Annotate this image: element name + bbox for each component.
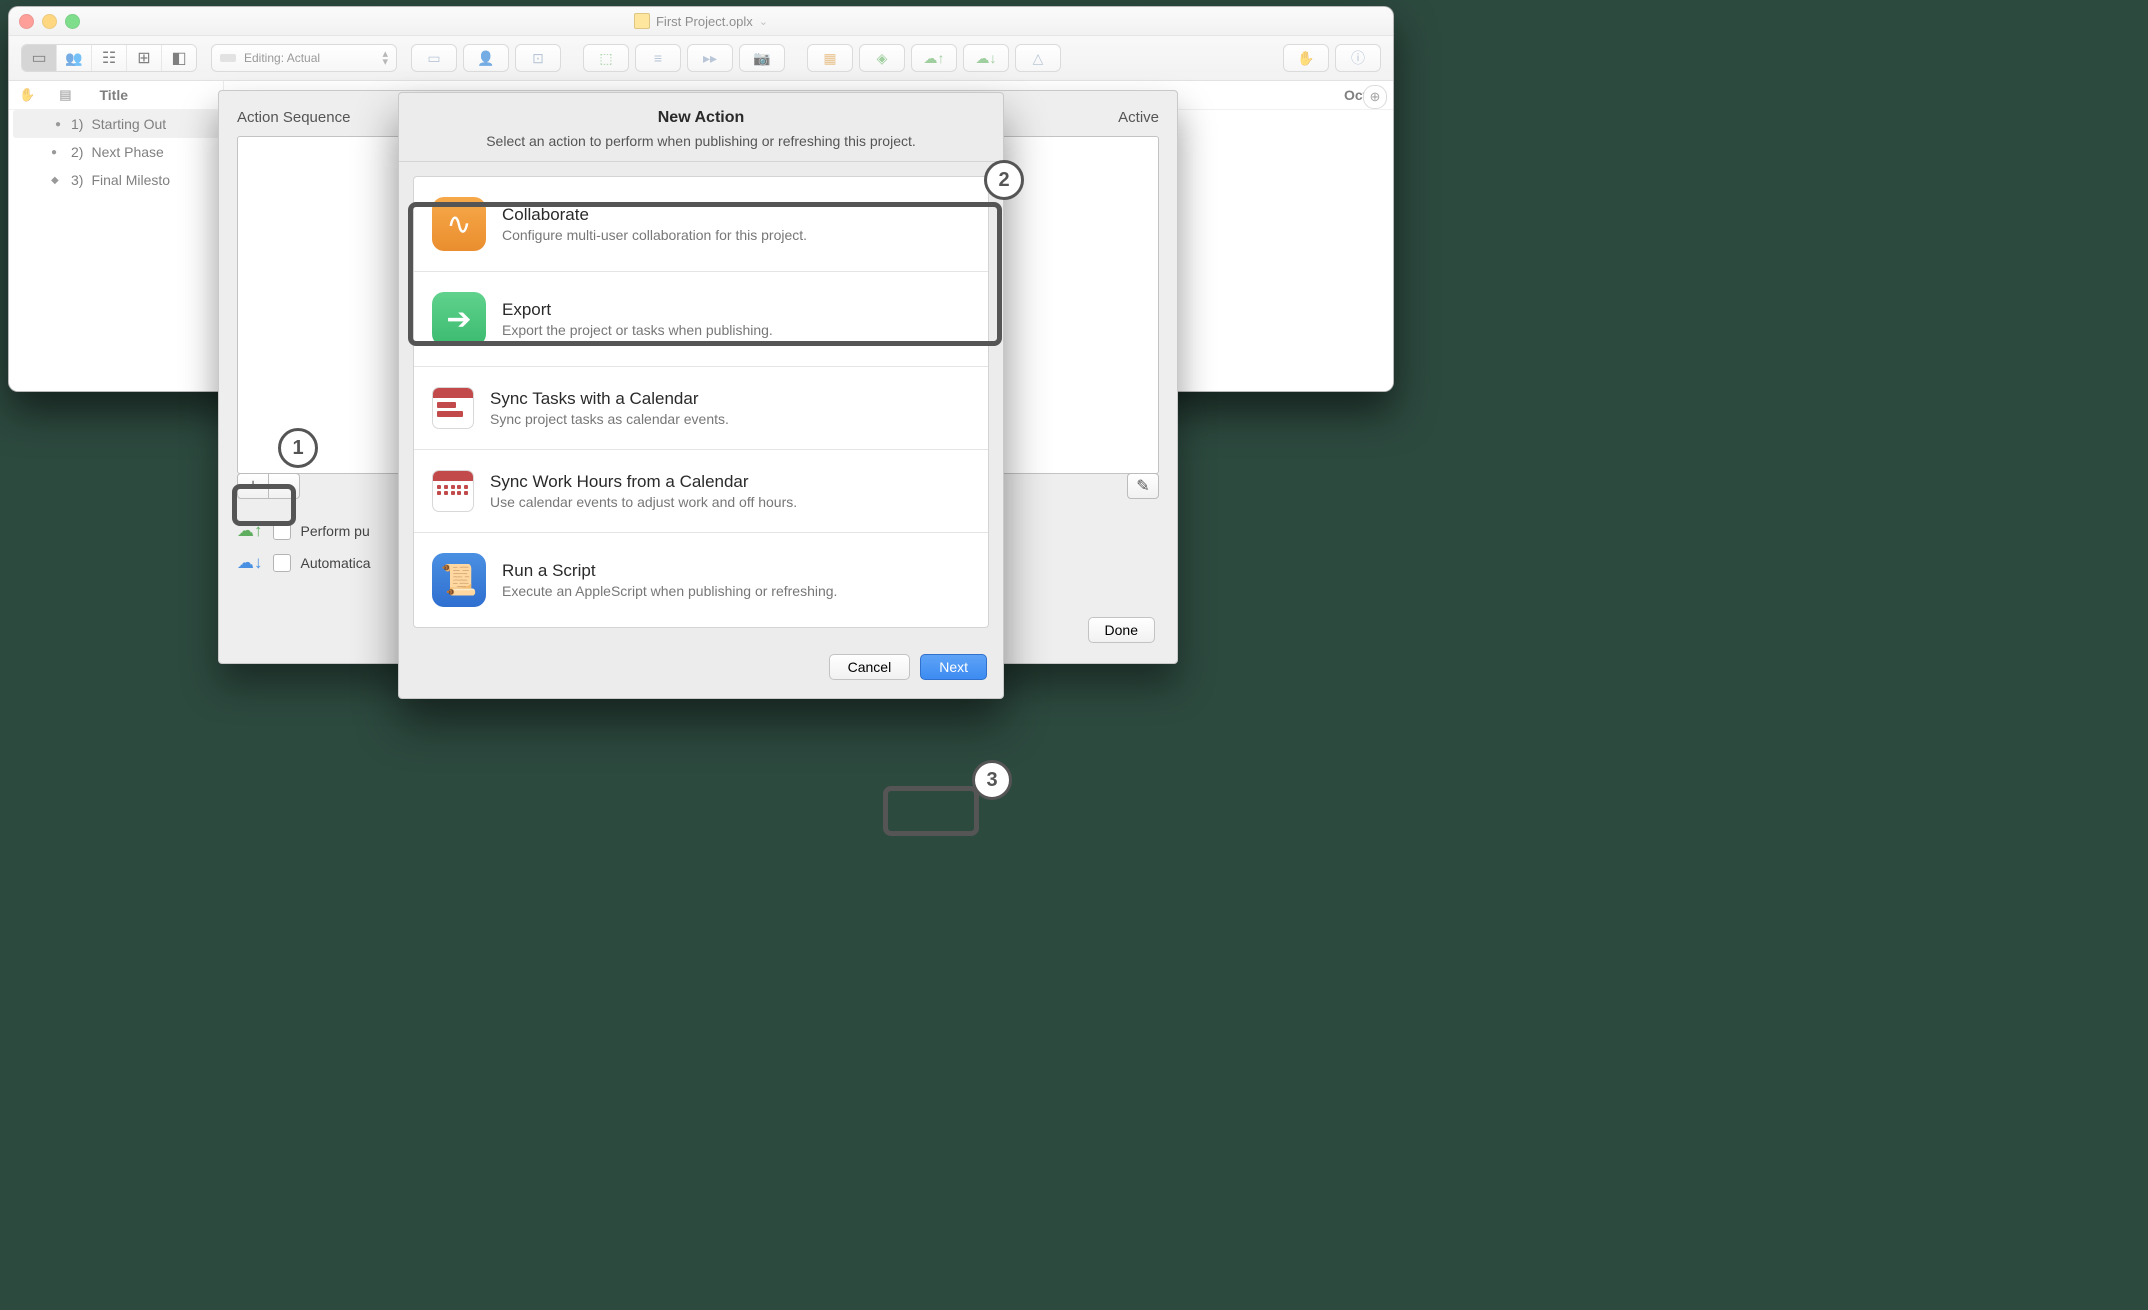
view-mode-segment[interactable]: ▭ 👥 ☷ ⊞ ◧ [21, 44, 197, 72]
minimize-button[interactable] [42, 14, 57, 29]
done-button[interactable]: Done [1088, 617, 1155, 643]
titlebar: First Project.oplx ⌄ [9, 7, 1393, 36]
toolbar-update-icon[interactable]: ☁︎↓ [963, 44, 1009, 72]
choice-collaborate[interactable]: ∿ Collaborate Configure multi-user colla… [414, 177, 988, 271]
view-mode-2[interactable]: 👥 [56, 45, 91, 71]
view-mode-5[interactable]: ◧ [161, 45, 196, 71]
toolbar-resource-icon[interactable]: 👤 [463, 44, 509, 72]
auto-label: Automatica [301, 555, 371, 571]
outline-row[interactable]: ● 2) Next Phase [9, 138, 223, 166]
zoom-button[interactable] [65, 14, 80, 29]
hand-icon: ✋ [19, 87, 35, 103]
editing-popup[interactable]: Editing: Actual ▴▾ [211, 44, 397, 72]
cancel-button[interactable]: Cancel [829, 654, 911, 680]
callout-number-2: 2 [984, 160, 1024, 200]
outline-header: Title [99, 87, 128, 103]
next-button[interactable]: Next [920, 654, 987, 680]
window-title: First Project.oplx ⌄ [634, 13, 768, 29]
toolbar-level-icon[interactable]: ⬚ [583, 44, 629, 72]
toolbar-reschedule-icon[interactable]: ▸▸ [687, 44, 733, 72]
new-action-subtitle: Select an action to perform when publish… [409, 133, 993, 149]
remove-action-button[interactable]: − [268, 473, 300, 499]
toolbar-task-icon[interactable]: ▭ [411, 44, 457, 72]
choice-run-script[interactable]: 📜 Run a Script Execute an AppleScript wh… [414, 532, 988, 627]
cloud-down-icon: ☁︎↓ [237, 553, 263, 573]
view-mode-3[interactable]: ☷ [91, 45, 126, 71]
view-mode-1[interactable]: ▭ [22, 45, 56, 71]
calendar-bars-icon [432, 387, 474, 429]
toolbar-stop-icon[interactable]: ✋ [1283, 44, 1329, 72]
outline-row[interactable]: ◆ 3) Final Milesto [9, 166, 223, 194]
script-icon: 📜 [432, 553, 486, 607]
choice-export[interactable]: ➔ Export Export the project or tasks whe… [414, 271, 988, 366]
cloud-up-icon: ☁︎↑ [237, 521, 263, 541]
choice-sync-tasks[interactable]: Sync Tasks with a Calendar Sync project … [414, 366, 988, 449]
export-icon: ➔ [432, 292, 486, 346]
sheet-title: Action Sequence [237, 109, 350, 126]
traffic-lights [19, 14, 80, 29]
sheet-active-label: Active [1118, 109, 1159, 126]
close-button[interactable] [19, 14, 34, 29]
toolbar-publish-icon[interactable]: ☁︎↑ [911, 44, 957, 72]
zoom-icon[interactable]: ⊕ [1363, 85, 1387, 109]
toolbar: ▭ 👥 ☷ ⊞ ◧ Editing: Actual ▴▾ ▭ 👤 ⊡ ⬚ ≡ ▸… [9, 36, 1393, 81]
collaborate-icon: ∿ [432, 197, 486, 251]
callout-number-1: 1 [278, 428, 318, 468]
document-icon [634, 13, 650, 29]
notes-icon: ▤ [59, 87, 71, 103]
perform-publish-label: Perform pu [301, 523, 370, 539]
outline-sidebar: ✋ ▤ Title ● 1) Starting Out ● 2) Next Phas… [9, 81, 224, 391]
new-action-title: New Action [409, 109, 993, 127]
callout-number-3: 3 [972, 760, 1012, 800]
add-action-button[interactable]: + [237, 473, 269, 499]
choice-sync-hours[interactable]: Sync Work Hours from a Calendar Use cale… [414, 449, 988, 532]
toolbar-milestone-icon[interactable]: ⊡ [515, 44, 561, 72]
auto-checkbox[interactable] [273, 554, 291, 572]
new-action-sheet: New Action Select an action to perform w… [398, 92, 1004, 699]
outline-row[interactable]: ● 1) Starting Out [13, 110, 219, 138]
toolbar-baseline-icon[interactable]: ≡ [635, 44, 681, 72]
toolbar-catchup-icon[interactable]: ▦ [807, 44, 853, 72]
edit-action-button[interactable]: ✎ [1127, 473, 1159, 499]
perform-publish-checkbox[interactable] [273, 522, 291, 540]
toolbar-changes-icon[interactable]: △ [1015, 44, 1061, 72]
toolbar-snapshot-icon[interactable]: 📷 [739, 44, 785, 72]
toolbar-simulate-icon[interactable]: ◈ [859, 44, 905, 72]
toolbar-info-icon[interactable]: ⓘ [1335, 44, 1381, 72]
callout-ring-3 [883, 786, 979, 836]
calendar-grid-icon [432, 470, 474, 512]
view-mode-4[interactable]: ⊞ [126, 45, 161, 71]
chevron-down-icon[interactable]: ⌄ [759, 15, 768, 28]
